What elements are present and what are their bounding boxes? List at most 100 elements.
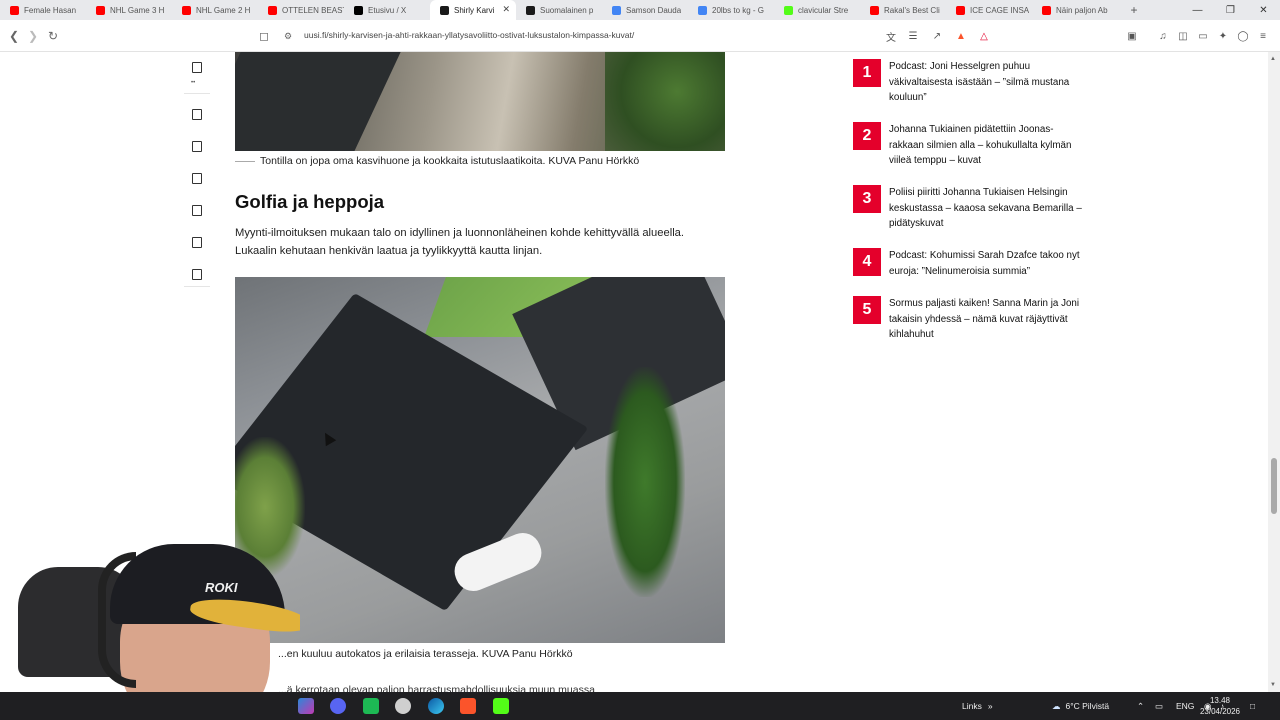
tab-close-icon[interactable]: ✕ — [502, 4, 510, 15]
browser-tab[interactable]: Suomalainen p — [516, 0, 602, 20]
spruce-tree-shape — [605, 367, 685, 597]
whatsapp-icon[interactable] — [192, 173, 202, 184]
brave-shields-icon[interactable]: ▲ — [954, 29, 968, 43]
scroll-down-icon[interactable]: ▼ — [1270, 682, 1276, 688]
most-read-item[interactable]: 3 Poliisi piiritti Johanna Tukiaisen Hels… — [853, 185, 1103, 233]
browser-tab[interactable]: 20lbs to kg - G — [688, 0, 774, 20]
vpn-icon[interactable]: ◯ — [1236, 29, 1250, 43]
comment-count-icon: •• — [191, 80, 196, 86]
tab-favicon-icon — [440, 5, 449, 15]
image-caption: ...en kuuluu autokatos ja erilaisia tera… — [278, 648, 573, 660]
image-caption: Tontilla on jopa oma kasvihuone ja kookk… — [260, 155, 640, 167]
links-toolbar[interactable]: Links » — [962, 692, 993, 720]
caption-rule — [235, 161, 255, 162]
most-read-title[interactable]: Podcast: Kohumissi Sarah Dzafce takoo ny… — [889, 248, 1085, 279]
windows-taskbar: Links» ☁ 6°C Pilvistä ⌃ ▭ ENG ◉ ♪ 13.48 2… — [0, 692, 1280, 720]
most-read-title[interactable]: Poliisi piiritti Johanna Tukiaisen Helsi… — [889, 185, 1085, 232]
wallet-icon[interactable]: ▭ — [1196, 29, 1210, 43]
most-read-item[interactable]: 1 Podcast: Joni Hesselgren puhuu väkivalt… — [853, 59, 1103, 107]
forward-icon[interactable]: ❯ — [25, 28, 41, 44]
discord-icon[interactable] — [330, 698, 346, 714]
webcam-overlay: ROKI — [0, 532, 300, 700]
article-image-house-aerial — [235, 277, 725, 643]
sidebar-toggle-icon[interactable]: ▣ — [1125, 29, 1139, 43]
tab-title: Rakal's Best Cli — [884, 5, 940, 15]
browser-tab[interactable]: clavicular Stre — [774, 0, 860, 20]
tab-list: Female Hasan NHL Game 3 H NHL Game 2 H OTTE… — [0, 0, 1118, 20]
browser-tab[interactable]: NHL Game 3 H — [86, 0, 172, 20]
notifications-icon[interactable]: □ — [1250, 692, 1255, 720]
browser-tab[interactable]: Shirly Karvi ✕ — [430, 0, 516, 20]
rank-number: 1 — [853, 59, 881, 87]
system-clock[interactable]: 13.48 23/04/2026 — [1200, 695, 1240, 717]
back-icon[interactable]: ❮ — [6, 28, 22, 44]
tab-favicon-icon — [870, 5, 879, 15]
site-info-icon[interactable]: ⚙ — [280, 28, 296, 44]
most-read-title[interactable]: Johanna Tukiainen pidätettiin Joonas-rak… — [889, 122, 1085, 169]
browser-tab[interactable]: Näin paljon Ab — [1032, 0, 1118, 20]
share-icon[interactable]: ↗ — [930, 29, 944, 43]
page-scrollbar[interactable]: ▲ ▼ — [1268, 52, 1280, 692]
tab-favicon-icon — [1042, 5, 1051, 15]
tab-title: Suomalainen p — [540, 5, 594, 15]
tab-title: Female Hasan — [24, 5, 77, 15]
menu-icon[interactable]: ≡ — [1256, 29, 1270, 43]
browser-tab[interactable]: Female Hasan — [0, 0, 86, 20]
tab-favicon-icon — [96, 5, 105, 15]
x-share-icon[interactable] — [192, 141, 202, 152]
restore-icon[interactable]: ❐ — [1214, 0, 1247, 20]
cap-logo: ROKI — [205, 580, 238, 595]
app-icon[interactable] — [363, 698, 379, 714]
translate-icon[interactable]: 文 — [884, 29, 898, 44]
bookmark-icon[interactable]: ◻ — [256, 28, 272, 44]
battery-icon[interactable]: ▭ — [1155, 692, 1163, 720]
brave-rewards-icon[interactable]: △ — [977, 29, 991, 43]
reader-icon[interactable]: ☰ — [906, 29, 920, 43]
browser-tab[interactable]: Samson Dauda — [602, 0, 688, 20]
tab-strip: Female Hasan NHL Game 3 H NHL Game 2 H OTTE… — [0, 0, 1280, 20]
most-read-item[interactable]: 2 Johanna Tukiainen pidätettiin Joonas-ra… — [853, 122, 1103, 170]
tab-favicon-icon — [612, 5, 621, 15]
comment-icon[interactable] — [192, 62, 202, 73]
kick-icon[interactable] — [493, 698, 509, 714]
rank-number: 2 — [853, 122, 881, 150]
most-read-item[interactable]: 5 Sormus paljasti kaiken! Sanna Marin ja … — [853, 296, 1103, 344]
media-icon[interactable]: ♫ — [1156, 29, 1170, 43]
tab-title: NHL Game 3 H — [110, 5, 165, 15]
messenger-icon[interactable] — [192, 205, 202, 216]
most-read-item[interactable]: 4 Podcast: Kohumissi Sarah Dzafce takoo n… — [853, 248, 1103, 296]
tab-title: Shirly Karvi — [454, 5, 495, 15]
facebook-icon[interactable] — [192, 109, 202, 120]
browser-tab[interactable]: ICE CAGE INSA — [946, 0, 1032, 20]
chevron-icon: » — [987, 701, 993, 711]
copy-link-icon[interactable] — [192, 269, 202, 280]
brave-icon[interactable] — [460, 698, 476, 714]
close-window-icon[interactable]: ✕ — [1247, 0, 1280, 20]
tray-overflow-icon[interactable]: ⌃ — [1137, 692, 1144, 720]
tab-favicon-icon — [10, 5, 19, 15]
copilot-icon[interactable] — [298, 698, 314, 714]
section-heading: Golfia ja heppoja — [235, 191, 385, 212]
split-view-icon[interactable]: ◫ — [1176, 29, 1190, 43]
minimize-icon[interactable]: — — [1181, 0, 1214, 20]
new-tab-button[interactable]: + — [1124, 3, 1144, 17]
browser-tab[interactable]: Rakal's Best Cli — [860, 0, 946, 20]
browser-tab[interactable]: Etusivu / X — [344, 0, 430, 20]
address-bar[interactable]: uusi.fi/shirly-karvisen-ja-ahti-rakkaan-… — [304, 30, 864, 40]
browser-tab[interactable]: NHL Game 2 H — [172, 0, 258, 20]
app-icon[interactable] — [395, 698, 411, 714]
weather-widget[interactable]: ☁ 6°C Pilvistä — [1052, 692, 1109, 720]
most-read-title[interactable]: Podcast: Joni Hesselgren puhuu väkivalta… — [889, 59, 1085, 106]
rail-divider — [184, 286, 210, 287]
reload-icon[interactable]: ↻ — [45, 28, 61, 44]
scroll-up-icon[interactable]: ▲ — [1270, 56, 1276, 62]
email-share-icon[interactable] — [192, 237, 202, 248]
rank-number: 5 — [853, 296, 881, 324]
edge-icon[interactable] — [428, 698, 444, 714]
extensions-icon[interactable]: ✦ — [1216, 29, 1230, 43]
most-read-title[interactable]: Sormus paljasti kaiken! Sanna Marin ja J… — [889, 296, 1085, 343]
browser-tab[interactable]: OTTELEN BEAST — [258, 0, 344, 20]
language-indicator[interactable]: ENG — [1176, 692, 1194, 720]
tab-title: ICE CAGE INSA — [970, 5, 1030, 15]
scrollbar-thumb[interactable] — [1271, 458, 1277, 514]
